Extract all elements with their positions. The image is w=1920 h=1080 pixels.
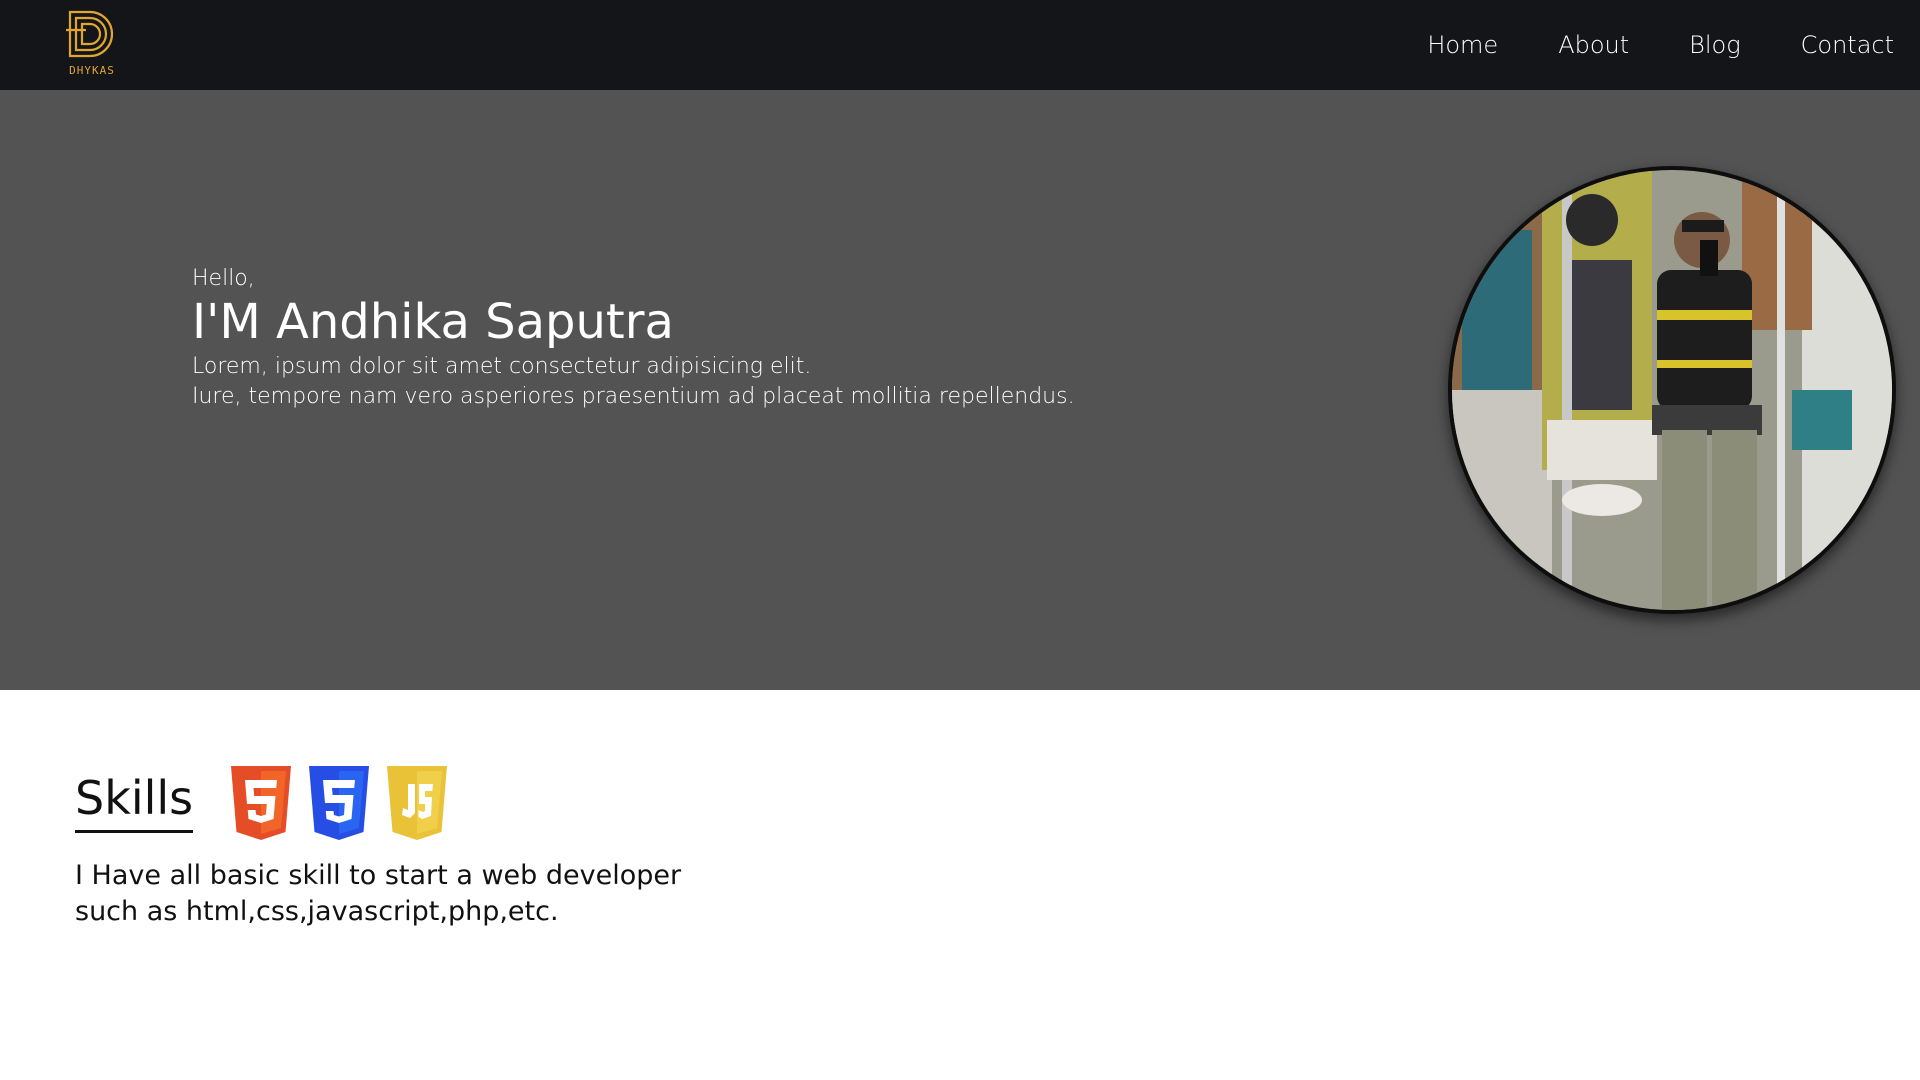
- nav-menu: Home About Blog Contact: [1427, 0, 1894, 90]
- nav-home-link[interactable]: Home: [1427, 31, 1498, 59]
- navbar: DHYKAS Home About Blog Contact: [0, 0, 1920, 90]
- hero-name: I'M Andhika Saputra: [192, 294, 674, 350]
- brand-name: DHYKAS: [69, 64, 115, 77]
- nav-about-link[interactable]: About: [1558, 31, 1629, 59]
- nav-contact-link[interactable]: Contact: [1801, 31, 1894, 59]
- skills-description: I Have all basic skill to start a web de…: [75, 858, 681, 930]
- js-icon: [387, 766, 447, 840]
- skills-description-line-1: I Have all basic skill to start a web de…: [75, 860, 682, 891]
- skills-title: Skills: [75, 770, 194, 833]
- html5-icon: [231, 766, 291, 840]
- skill-icons: [228, 766, 450, 840]
- hero-description-line-1: Lorem, ipsum dolor sit amet consectetur …: [192, 354, 812, 379]
- nav-blog-link[interactable]: Blog: [1689, 31, 1740, 59]
- brand-logo[interactable]: DHYKAS: [64, 8, 120, 80]
- skills-description-line-2: such as html,css,javascript,php,etc.: [75, 896, 559, 927]
- hero-greeting: Hello,: [192, 266, 255, 291]
- hero-description-line-2: Iure, tempore nam vero asperiores praese…: [192, 384, 1075, 409]
- hero-section: Hello, I'M Andhika Saputra Lorem, ipsum …: [0, 90, 1920, 690]
- css3-icon: [309, 766, 369, 840]
- hero-text-block: Hello, I'M Andhika Saputra Lorem, ipsum …: [192, 264, 1075, 412]
- skills-section: Skills I Have all basic skill to start a…: [0, 690, 1920, 1080]
- profile-photo: [1452, 170, 1892, 610]
- brand-logo-icon: [66, 10, 114, 58]
- profile-photo-frame: [1448, 166, 1896, 614]
